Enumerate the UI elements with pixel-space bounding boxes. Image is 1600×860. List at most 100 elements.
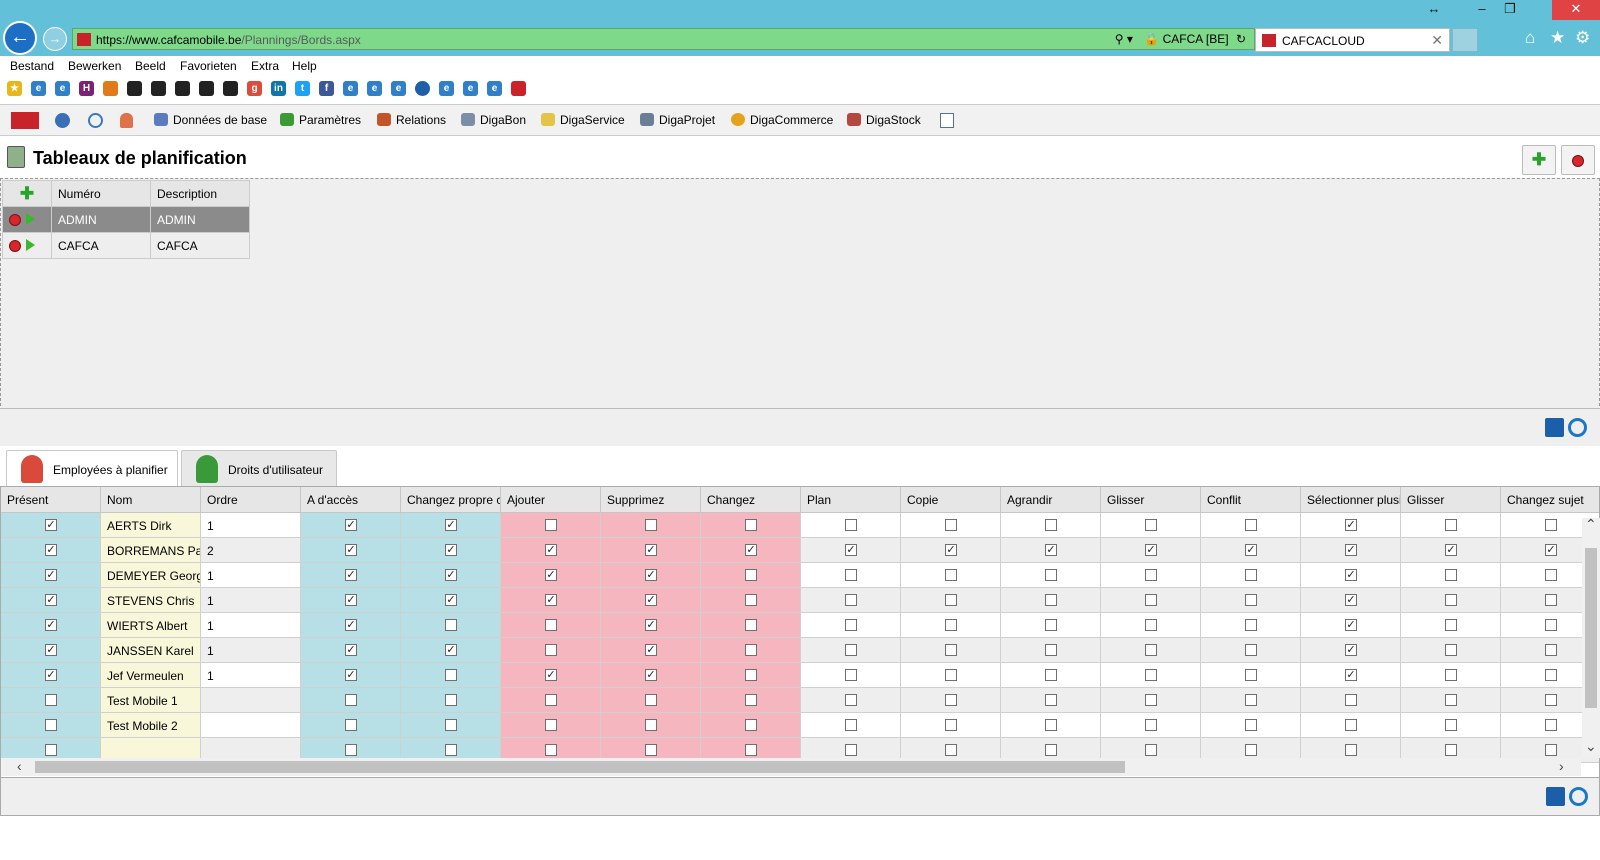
checkbox-unchecked[interactable] [1345,694,1357,706]
cell-number[interactable]: ADMIN [51,206,151,233]
cell-checkbox[interactable] [1301,688,1401,713]
checkbox-unchecked[interactable] [545,744,557,756]
checkbox-unchecked[interactable] [1045,594,1057,606]
checkbox-checked[interactable]: ✓ [645,569,657,581]
cell-checkbox[interactable]: ✓ [401,513,501,538]
checkbox-unchecked[interactable] [645,694,657,706]
checkbox-checked[interactable]: ✓ [1545,544,1557,556]
cell-checkbox[interactable] [1101,563,1201,588]
checkbox-unchecked[interactable] [45,719,57,731]
checkbox-unchecked[interactable] [445,669,457,681]
cell-checkbox[interactable] [1101,613,1201,638]
cell-checkbox[interactable]: ✓ [401,538,501,563]
cell-checkbox[interactable] [1001,663,1101,688]
checkbox-unchecked[interactable] [445,619,457,631]
cell-checkbox[interactable] [1401,613,1501,638]
scroll-left-icon[interactable]: ‹ [17,758,22,774]
cell-checkbox[interactable] [1001,613,1101,638]
cell-checkbox[interactable] [1101,638,1201,663]
cell-checkbox[interactable] [1001,588,1101,613]
checkbox-unchecked[interactable] [845,569,857,581]
save-icon[interactable] [1545,418,1564,437]
column-header[interactable]: Conflit [1201,487,1301,513]
delete-row-icon[interactable] [9,213,21,226]
checkbox-checked[interactable]: ✓ [1345,594,1357,606]
checkbox-checked[interactable]: ✓ [645,594,657,606]
cell-checkbox[interactable]: ✓ [401,563,501,588]
forward-button[interactable]: → [43,27,67,51]
checkbox-checked[interactable]: ✓ [345,594,357,606]
checkbox-unchecked[interactable] [745,519,757,531]
cell-checkbox[interactable] [501,513,601,538]
checkbox-unchecked[interactable] [1245,519,1257,531]
favorite-link-icon[interactable] [127,81,142,96]
checkbox-unchecked[interactable] [1245,694,1257,706]
checkbox-checked[interactable]: ✓ [45,619,57,631]
cell-checkbox[interactable] [401,613,501,638]
checkbox-unchecked[interactable] [1045,669,1057,681]
refresh-icon[interactable]: ↻ [1236,32,1246,46]
cell-order[interactable] [201,713,301,738]
checkbox-unchecked[interactable] [1445,669,1457,681]
checkbox-unchecked[interactable] [1245,644,1257,656]
favorites-add-icon[interactable]: ★ [7,81,22,96]
menu-beeld[interactable]: Beeld [135,59,166,73]
cell-checkbox[interactable] [1401,663,1501,688]
cell-description[interactable]: ADMIN [150,206,250,233]
checkbox-unchecked[interactable] [45,744,57,756]
cell-checkbox[interactable] [701,688,801,713]
checkbox-checked[interactable]: ✓ [645,544,657,556]
cell-checkbox[interactable] [801,688,901,713]
checkbox-unchecked[interactable] [1245,569,1257,581]
cell-checkbox[interactable] [1001,713,1101,738]
cell-checkbox[interactable] [701,663,801,688]
checkbox-checked[interactable]: ✓ [345,569,357,581]
cell-checkbox[interactable]: ✓ [1301,513,1401,538]
checkbox-unchecked[interactable] [845,694,857,706]
cell-checkbox[interactable] [501,638,601,663]
checkbox-checked[interactable]: ✓ [545,594,557,606]
cell-checkbox[interactable]: ✓ [301,563,401,588]
horizontal-scrollbar[interactable]: ‹ › [1,758,1581,776]
checkbox-checked[interactable]: ✓ [1245,544,1257,556]
cell-checkbox[interactable] [601,513,701,538]
menu-bewerken[interactable]: Bewerken [68,59,121,73]
checkbox-checked[interactable]: ✓ [745,544,757,556]
checkbox-checked[interactable]: ✓ [345,644,357,656]
cell-checkbox[interactable] [601,688,701,713]
checkbox-checked[interactable]: ✓ [345,544,357,556]
favorite-link-icon[interactable]: e [439,81,454,96]
column-header[interactable]: A d'accès [301,487,401,513]
checkbox-checked[interactable]: ✓ [1345,669,1357,681]
cell-checkbox[interactable] [801,663,901,688]
favorite-h-icon[interactable]: H [79,81,94,96]
cell-checkbox[interactable]: ✓ [301,638,401,663]
menu-favorieten[interactable]: Favorieten [180,59,237,73]
checkbox-unchecked[interactable] [1245,719,1257,731]
checkbox-unchecked[interactable] [1545,719,1557,731]
favorite-twitter-icon[interactable]: t [295,81,310,96]
cell-checkbox[interactable] [401,688,501,713]
checkbox-checked[interactable]: ✓ [945,544,957,556]
cell-checkbox[interactable] [1101,663,1201,688]
column-header[interactable]: Copie [901,487,1001,513]
cell-checkbox[interactable] [1001,638,1101,663]
checkbox-unchecked[interactable] [1445,644,1457,656]
checkbox-unchecked[interactable] [1545,619,1557,631]
resize-icon[interactable]: ↔ [1420,0,1448,20]
cell-checkbox[interactable] [1201,663,1301,688]
checkbox-checked[interactable]: ✓ [1345,544,1357,556]
checkbox-unchecked[interactable] [745,669,757,681]
favorite-link-icon[interactable]: e [31,81,46,96]
maximize-button[interactable]: ❐ [1496,0,1524,20]
cell-checkbox[interactable] [401,663,501,688]
cell-checkbox[interactable]: ✓ [601,588,701,613]
cell-order[interactable]: 1 [201,513,301,538]
checkbox-unchecked[interactable] [845,744,857,756]
checkbox-unchecked[interactable] [745,644,757,656]
cell-checkbox[interactable]: ✓ [1,613,101,638]
cell-name[interactable]: BORREMANS Paul [101,538,201,563]
checkbox-unchecked[interactable] [1045,719,1057,731]
checkbox-unchecked[interactable] [745,594,757,606]
checkbox-checked[interactable]: ✓ [45,569,57,581]
